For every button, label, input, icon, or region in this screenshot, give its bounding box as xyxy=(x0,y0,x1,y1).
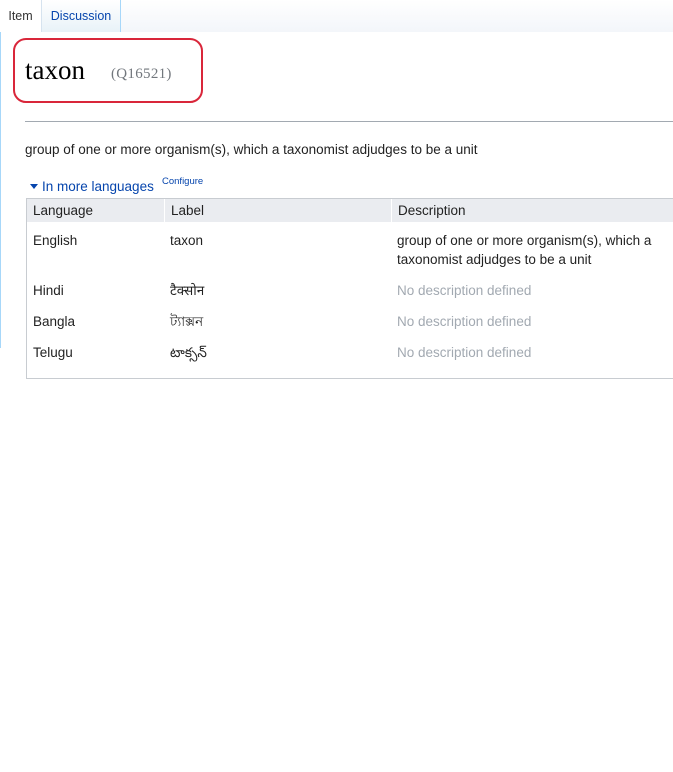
row-label: టాక్సన్ xyxy=(170,345,207,360)
page-title: taxon xyxy=(25,55,85,85)
tab-bar: Item Discussion xyxy=(0,0,673,33)
table-header: Language Label Description xyxy=(27,198,673,222)
row-label: taxon xyxy=(170,233,204,248)
title-divider xyxy=(25,121,673,122)
row-label: ট্যাক্সন xyxy=(170,314,204,329)
triangle-down-icon xyxy=(30,184,38,189)
page: Item Discussion taxon (Q16521) group of … xyxy=(0,0,673,772)
in-more-languages-label: In more languages xyxy=(42,179,154,194)
row-description: No description defined xyxy=(397,283,532,298)
row-description: No description defined xyxy=(397,314,532,329)
column-header-description: Description xyxy=(391,199,673,222)
row-language: Bangla xyxy=(33,314,76,329)
column-header-label: Label xyxy=(164,199,391,222)
row-language: Hindi xyxy=(33,283,64,298)
row-label: टैक्सोन xyxy=(170,283,205,298)
configure-link[interactable]: Configure xyxy=(162,176,203,187)
row-description: group of one or more organism(s), which … xyxy=(397,233,652,267)
tab-discussion[interactable]: Discussion xyxy=(42,0,121,32)
row-language: English xyxy=(33,233,78,248)
row-language: Telugu xyxy=(33,345,73,360)
column-header-language: Language xyxy=(33,203,94,218)
entity-id: (Q16521) xyxy=(111,66,172,82)
content-panel: taxon (Q16521) group of one or more orga… xyxy=(0,32,673,379)
tab-item[interactable]: Item xyxy=(0,0,42,33)
entity-description: group of one or more organism(s), which … xyxy=(25,142,478,157)
languages-table: Language Label Description English taxon… xyxy=(26,198,673,379)
row-description: No description defined xyxy=(397,345,532,360)
